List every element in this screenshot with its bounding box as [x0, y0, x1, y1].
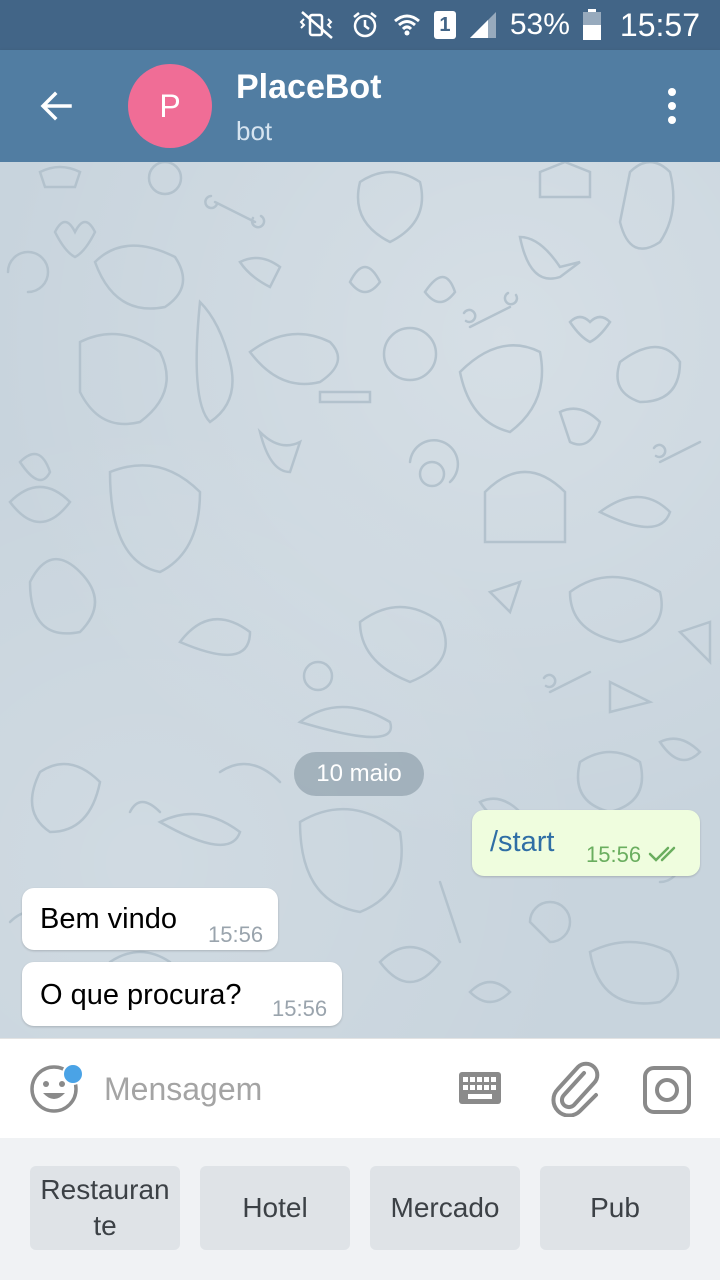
- camera-icon: [643, 1066, 691, 1114]
- message-time: 15:56: [586, 842, 642, 867]
- paperclip-icon: [551, 1061, 600, 1118]
- battery-icon: [582, 9, 602, 41]
- message-bubble-incoming[interactable]: O que procura? 15:56: [22, 962, 342, 1026]
- sim-icon: 1: [433, 11, 456, 39]
- bot-keyboard-button-restaurante[interactable]: Restaurante: [30, 1166, 180, 1250]
- dot-icon: [668, 102, 676, 110]
- bot-reply-keyboard: Restaurante Hotel Mercado Pub: [0, 1138, 720, 1280]
- attach-button[interactable]: [550, 1061, 604, 1118]
- bot-keyboard-button-mercado[interactable]: Mercado: [370, 1166, 520, 1250]
- message-time: 15:56: [208, 922, 264, 947]
- back-button[interactable]: [28, 78, 84, 134]
- wifi-icon: [392, 10, 422, 40]
- avatar[interactable]: P: [128, 64, 212, 148]
- dot-icon: [668, 88, 676, 96]
- bot-keyboard-button-pub[interactable]: Pub: [540, 1166, 690, 1250]
- dot-icon: [668, 116, 676, 124]
- back-arrow-icon: [40, 91, 72, 121]
- message-input[interactable]: [104, 1067, 424, 1111]
- status-bar: 1 53% 15:57: [0, 0, 720, 50]
- bot-keyboard-button-hotel[interactable]: Hotel: [200, 1166, 350, 1250]
- message-text: /start: [490, 826, 555, 858]
- chat-area[interactable]: 10 maio /start 15:56 Bem vindo 15:56 O q…: [0, 162, 720, 1038]
- message-text: Bem vindo: [40, 903, 178, 935]
- message-composer: [0, 1038, 720, 1139]
- avatar-letter: P: [159, 87, 181, 124]
- battery-percent: 53%: [509, 8, 570, 41]
- message-bubble-incoming[interactable]: Bem vindo 15:56: [22, 888, 278, 950]
- more-options-button[interactable]: [652, 82, 692, 130]
- chat-subtitle: bot: [236, 116, 273, 146]
- date-separator: 10 maio: [294, 752, 424, 796]
- chat-header: P PlaceBot bot: [0, 50, 720, 162]
- camera-button[interactable]: [642, 1065, 692, 1115]
- notification-dot: [62, 1063, 84, 1085]
- status-time: 15:57: [619, 6, 700, 43]
- keyboard-icon: [459, 1072, 501, 1104]
- mute-vibrate-icon: [298, 10, 338, 40]
- chat-title[interactable]: PlaceBot: [236, 68, 382, 107]
- message-text: O que procura?: [40, 979, 242, 1011]
- bot-keyboard-toggle-button[interactable]: [458, 1071, 502, 1105]
- message-time: 15:56: [272, 996, 328, 1021]
- signal-icon: [468, 10, 498, 40]
- alarm-icon: [350, 10, 380, 40]
- message-bubble-outgoing[interactable]: /start 15:56: [472, 810, 700, 876]
- double-check-icon: [648, 846, 676, 862]
